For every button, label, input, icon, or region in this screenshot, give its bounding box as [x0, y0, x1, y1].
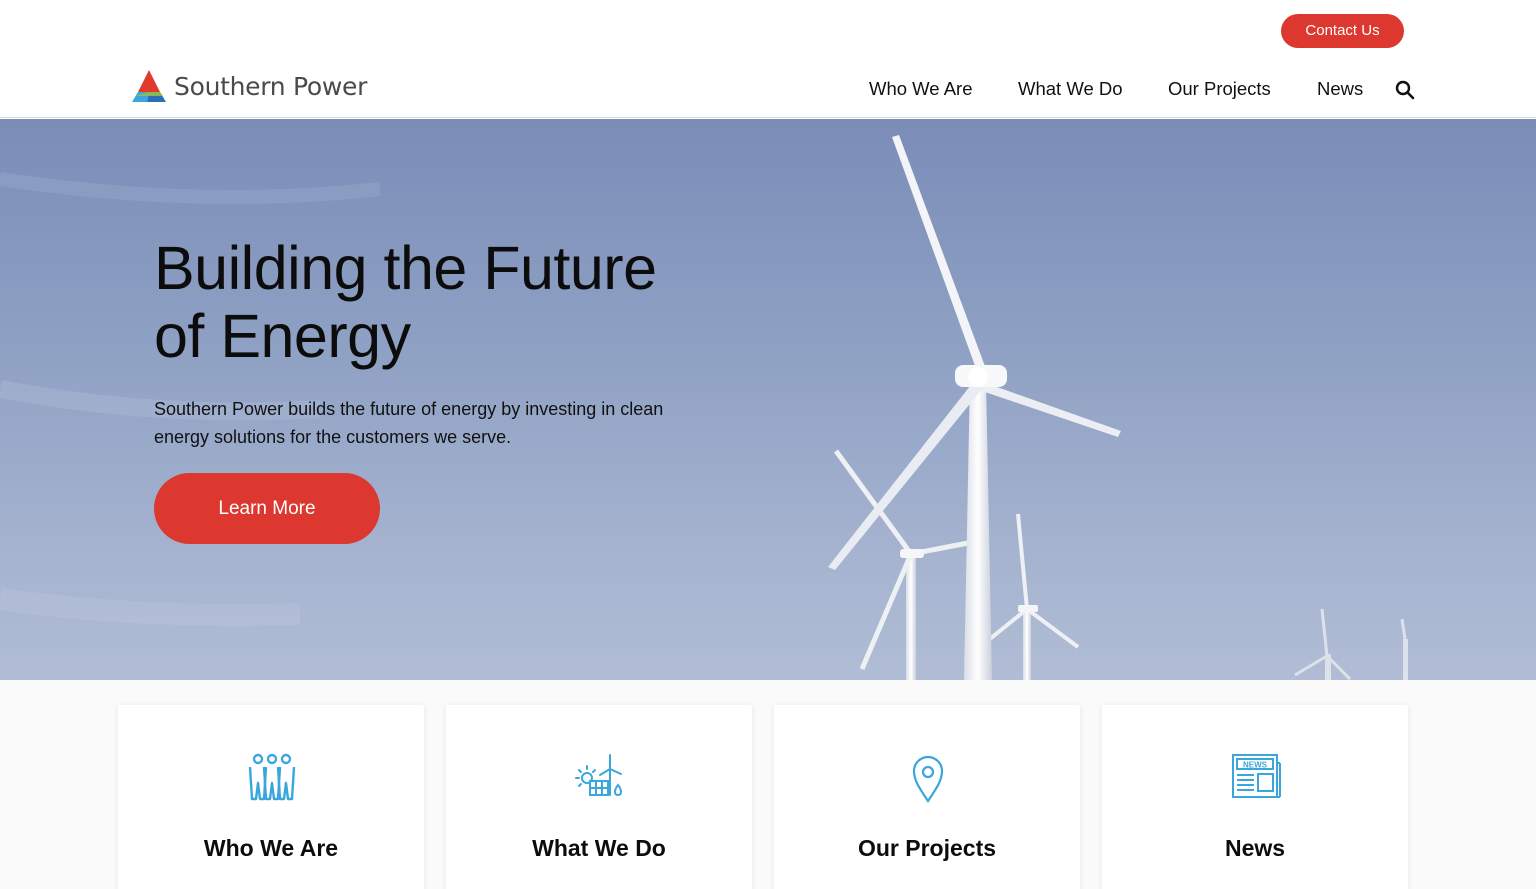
svg-text:NEWS: NEWS: [1243, 761, 1268, 770]
southern-power-logo-icon: [132, 70, 166, 102]
card-title-news: News: [1224, 835, 1286, 861]
learn-more-button[interactable]: Learn More: [154, 473, 380, 544]
search-icon[interactable]: [1395, 80, 1415, 100]
nav-our-projects[interactable]: Our Projects: [1168, 78, 1271, 100]
hero-title-line2: of Energy: [154, 302, 411, 370]
site-header: Contact Us Southern Power Who We Are Wha…: [0, 0, 1536, 118]
card-news[interactable]: NEWS News: [1102, 705, 1408, 889]
hero-title-line1: Building the Future: [154, 234, 657, 302]
card-our-projects[interactable]: Our Projects: [774, 705, 1080, 889]
newspaper-icon: NEWS: [1232, 754, 1281, 798]
logo-text: Southern Power: [174, 71, 368, 101]
card-title-who-we-are: Who We Are: [203, 835, 339, 861]
nav-news[interactable]: News: [1317, 78, 1363, 100]
people-icon: [248, 753, 296, 801]
card-what-we-do[interactable]: What We Do: [446, 705, 752, 889]
card-who-we-are[interactable]: Who We Are: [118, 705, 424, 889]
hero-description: Southern Power builds the future of ener…: [154, 399, 664, 447]
card-title-our-projects: Our Projects: [857, 835, 997, 861]
hero-title: Building the Future of Energy: [154, 234, 774, 370]
card-title-what-we-do: What We Do: [532, 835, 666, 861]
logo[interactable]: Southern Power: [130, 66, 367, 106]
renewable-energy-icon: [575, 754, 622, 797]
map-pin-icon: [912, 755, 944, 803]
hero-banner: Building the Future of Energy Southern P…: [0, 119, 1536, 680]
nav-who-we-are[interactable]: Who We Are: [869, 78, 973, 100]
nav-what-we-do[interactable]: What We Do: [1018, 78, 1123, 100]
contact-us-button[interactable]: Contact Us: [1281, 14, 1404, 48]
quick-links-section: Who We Are What We Do Our Projects NEWS …: [0, 680, 1536, 889]
